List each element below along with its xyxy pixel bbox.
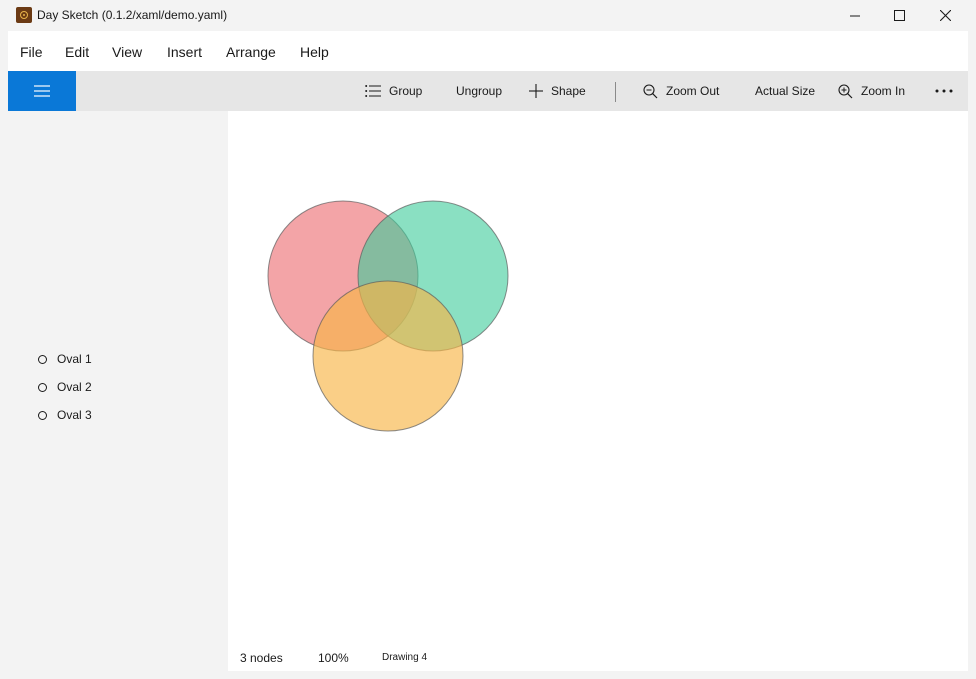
status-node-count: 3 nodes [240,651,283,665]
drawing-svg [267,200,509,432]
close-icon [939,10,951,21]
zoom-in-button[interactable]: Zoom In [838,71,905,111]
status-drawing-name: Drawing 4 [382,652,428,663]
shape-button[interactable]: Shape [529,71,586,111]
oval-3[interactable] [312,280,464,432]
oval-node-icon [38,410,47,420]
zoom-in-label: Zoom In [861,84,906,98]
more-options-icon [935,89,953,93]
title-bar: Day Sketch (0.1.2/xaml/demo.yaml) [0,0,976,31]
app-logo-icon [16,7,32,23]
window-title: Day Sketch (0.1.2/xaml/demo.yaml) [37,8,228,22]
menu-file[interactable]: File [20,44,43,60]
maximize-icon [893,10,905,21]
oval-node-icon [38,382,47,392]
minimize-button[interactable] [832,0,878,31]
layer-item-oval-1[interactable]: Oval 1 [38,350,92,368]
status-zoom: 100% [318,651,349,665]
ungroup-label: Ungroup [456,84,503,98]
ungroup-button[interactable]: Ungroup [456,71,502,111]
menu-insert[interactable]: Insert [167,44,202,60]
menu-bar: File Edit View Insert Arrange Help [8,31,968,71]
pane-toggle-button[interactable] [8,71,76,111]
maximize-button[interactable] [876,0,922,31]
layer-item-label: Oval 3 [57,408,92,422]
layer-item-label: Oval 2 [57,380,92,394]
menu-help[interactable]: Help [300,44,329,60]
shape-label: Shape [551,84,586,98]
zoom-in-icon [838,83,853,98]
layer-item-oval-2[interactable]: Oval 2 [38,378,92,396]
close-button[interactable] [922,0,968,31]
minimize-icon [850,15,860,16]
layers-pane: Oval 1 Oval 2 Oval 3 [8,111,228,671]
menu-view[interactable]: View [112,44,142,60]
oval-node-icon [38,354,47,364]
actual-size-button[interactable]: Actual Size [755,71,815,111]
layer-item-oval-3[interactable]: Oval 3 [38,406,92,424]
zoom-out-icon [643,83,658,98]
list-icon [365,85,381,97]
group-button[interactable]: Group [365,71,422,111]
toolbar: Group Ungroup Shape Zoom Out Actual Size… [8,71,968,111]
menu-arrange[interactable]: Arrange [226,44,276,60]
more-options-button[interactable] [935,71,961,111]
toolbar-separator [615,82,616,102]
layer-item-label: Oval 1 [57,352,92,366]
actual-size-label: Actual Size [755,84,816,98]
menu-edit[interactable]: Edit [65,44,89,60]
zoom-out-button[interactable]: Zoom Out [643,71,719,111]
group-label: Group [389,84,423,98]
hamburger-menu-icon [34,85,50,97]
drawing-canvas[interactable]: 3 nodes 100% Drawing 4 [228,111,968,671]
zoom-out-label: Zoom Out [666,84,720,98]
plus-icon [529,84,543,98]
